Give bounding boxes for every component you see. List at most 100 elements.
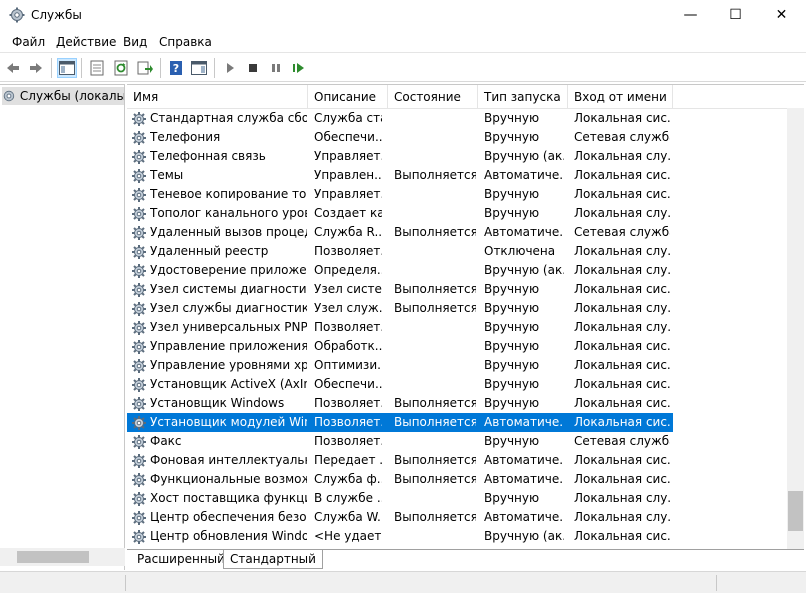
table-row[interactable]: Узел системы диагностики Узел систе... Вып… <box>127 280 673 299</box>
tab-extended[interactable]: Расширенный <box>131 550 231 569</box>
service-name-cell: Удостоверение приложения <box>131 261 307 280</box>
column-header-log-on-as[interactable]: Вход от имени <box>568 85 673 109</box>
service-startup-type: Вручную <box>484 491 540 505</box>
menu-file[interactable]: Файл <box>12 35 45 49</box>
service-description: Позволяет... <box>314 244 382 258</box>
service-name: Функциональные возмож... <box>150 472 307 486</box>
show-action-pane-icon[interactable] <box>189 58 209 78</box>
service-log-on-as: Сетевая служба <box>574 434 670 448</box>
service-name: Хост поставщика функции... <box>150 491 307 505</box>
service-description: Определя... <box>314 263 382 277</box>
maximize-button[interactable]: ☐ <box>713 0 758 30</box>
scrollbar-thumb[interactable] <box>788 491 803 531</box>
column-header-startup-type[interactable]: Тип запуска <box>478 85 568 109</box>
table-row[interactable]: Узел универсальных PNP-... Позволяет... Вр… <box>127 318 673 337</box>
service-log-on-as: Локальная сис... <box>574 187 670 201</box>
export-list-icon[interactable] <box>135 58 155 78</box>
service-startup-type: Вручную <box>484 301 540 315</box>
table-row[interactable]: Темы Управлен... Выполняется Автоматиче... Л… <box>127 166 673 185</box>
table-row[interactable]: Установщик Windows Позволяет... Выполняетс… <box>127 394 673 413</box>
service-description: В службе ... <box>314 491 382 505</box>
pause-service-icon[interactable] <box>266 58 286 78</box>
service-gear-icon <box>132 434 146 449</box>
service-gear-icon <box>132 339 146 354</box>
service-gear-icon <box>132 358 146 373</box>
service-log-on-as: Локальная сис... <box>574 472 670 486</box>
table-row[interactable]: Стандартная служба сбор... Служба ста... В… <box>127 109 673 128</box>
table-row[interactable]: Установщик модулей Win... Позволяет... Вып… <box>127 413 673 432</box>
table-row[interactable]: Телефония Обеспечи... Вручную Сетевая служб… <box>127 128 673 147</box>
table-row[interactable]: Хост поставщика функции... В службе ... Вр… <box>127 489 673 508</box>
table-row[interactable]: Управление уровнями хра... Оптимизи... Вру… <box>127 356 673 375</box>
service-status: Выполняется <box>394 510 476 524</box>
tree-horizontal-scrollbar[interactable] <box>0 548 125 566</box>
table-row[interactable]: Удаленный реестр Позволяет... Отключена Лок… <box>127 242 673 261</box>
service-gear-icon <box>132 301 146 316</box>
menu-help[interactable]: Справка <box>159 35 212 49</box>
service-name: Тополог канального уровня <box>150 206 307 220</box>
properties-icon[interactable] <box>87 58 107 78</box>
forward-icon[interactable] <box>26 58 46 78</box>
table-row[interactable]: Удаленный вызов процеду... Служба R... Вып… <box>127 223 673 242</box>
list-vertical-scrollbar[interactable] <box>787 108 804 549</box>
service-description: Служба ф... <box>314 472 382 486</box>
service-gear-icon <box>132 472 146 487</box>
start-service-icon[interactable] <box>220 58 240 78</box>
service-description: Позволяет... <box>314 396 382 410</box>
table-row[interactable]: Установщик ActiveX (AxIns... Обеспечи... В… <box>127 375 673 394</box>
service-gear-icon <box>132 263 146 278</box>
service-status <box>394 318 476 337</box>
service-description: Позволяет... <box>314 434 382 448</box>
table-row[interactable]: Функциональные возмож... Служба ф... Выпол… <box>127 470 673 489</box>
column-header-name[interactable]: Имя <box>127 85 308 109</box>
service-description: Передает ... <box>314 453 382 467</box>
column-header-description[interactable]: Описание <box>308 85 388 109</box>
tree-item-services-local[interactable]: Службы (локалы <box>2 87 124 105</box>
table-row[interactable]: Центр обновления Windows <Не удает... Вруч… <box>127 527 673 546</box>
table-row[interactable]: Фоновая интеллектуальна... Передает ... Вы… <box>127 451 673 470</box>
service-description: Узел служ... <box>314 301 382 315</box>
minimize-button[interactable]: — <box>668 0 713 30</box>
table-row[interactable]: Тополог канального уровня Создает ка... Вр… <box>127 204 673 223</box>
help-icon[interactable]: ? <box>166 58 186 78</box>
console-tree[interactable]: Службы (локалы <box>0 84 125 570</box>
show-console-tree-icon[interactable] <box>57 58 77 78</box>
service-status <box>394 261 476 280</box>
services-gear-icon <box>9 7 25 23</box>
service-name-cell: Хост поставщика функции... <box>131 489 307 508</box>
services-list[interactable]: Имя Описание Состояние Тип запуска Вход … <box>127 84 804 550</box>
resume-service-icon[interactable] <box>289 58 309 78</box>
service-log-on-as: Локальная сис... <box>574 377 670 391</box>
service-log-on-as: Сетевая служба <box>574 130 670 144</box>
table-row[interactable]: Центр обеспечения безоп... Служба W... Вып… <box>127 508 673 527</box>
service-name: Телефония <box>150 130 221 144</box>
table-row[interactable]: Управление приложениями Обработк... Вручну… <box>127 337 673 356</box>
stop-service-icon[interactable] <box>243 58 263 78</box>
table-row[interactable]: Узел службы диагностики Узел служ... Выпол… <box>127 299 673 318</box>
menu-view[interactable]: Вид <box>123 35 147 49</box>
table-row[interactable]: Теневое копирование тома Управляет... Вруч… <box>127 185 673 204</box>
status-bar <box>0 571 806 593</box>
column-header-status[interactable]: Состояние <box>388 85 478 109</box>
service-name: Теневое копирование тома <box>150 187 307 201</box>
service-status: Выполняется <box>394 225 476 239</box>
service-status: Выполняется <box>394 282 476 296</box>
back-icon[interactable] <box>3 58 23 78</box>
menu-action[interactable]: Действие <box>56 35 116 49</box>
service-log-on-as: Локальная слу... <box>574 244 670 258</box>
service-name: Установщик модулей Win... <box>150 415 307 429</box>
refresh-icon[interactable] <box>111 58 131 78</box>
tab-standard[interactable]: Стандартный <box>223 550 323 569</box>
service-name: Установщик ActiveX (AxIns... <box>150 377 307 391</box>
service-gear-icon <box>132 187 146 202</box>
close-button[interactable]: ✕ <box>759 0 804 30</box>
table-row[interactable]: Телефонная связь Управляет... Вручную (ак.… <box>127 147 673 166</box>
table-row[interactable]: Удостоверение приложения Определя... Вручн… <box>127 261 673 280</box>
service-status <box>394 128 476 147</box>
scrollbar-thumb[interactable] <box>17 551 89 563</box>
service-startup-type: Вручную <box>484 282 540 296</box>
table-row[interactable]: Факс Позволяет... Вручную Сетевая служба <box>127 432 673 451</box>
service-status <box>394 432 476 451</box>
service-name-cell: Функциональные возмож... <box>131 470 307 489</box>
toolbar: ? <box>0 54 806 82</box>
